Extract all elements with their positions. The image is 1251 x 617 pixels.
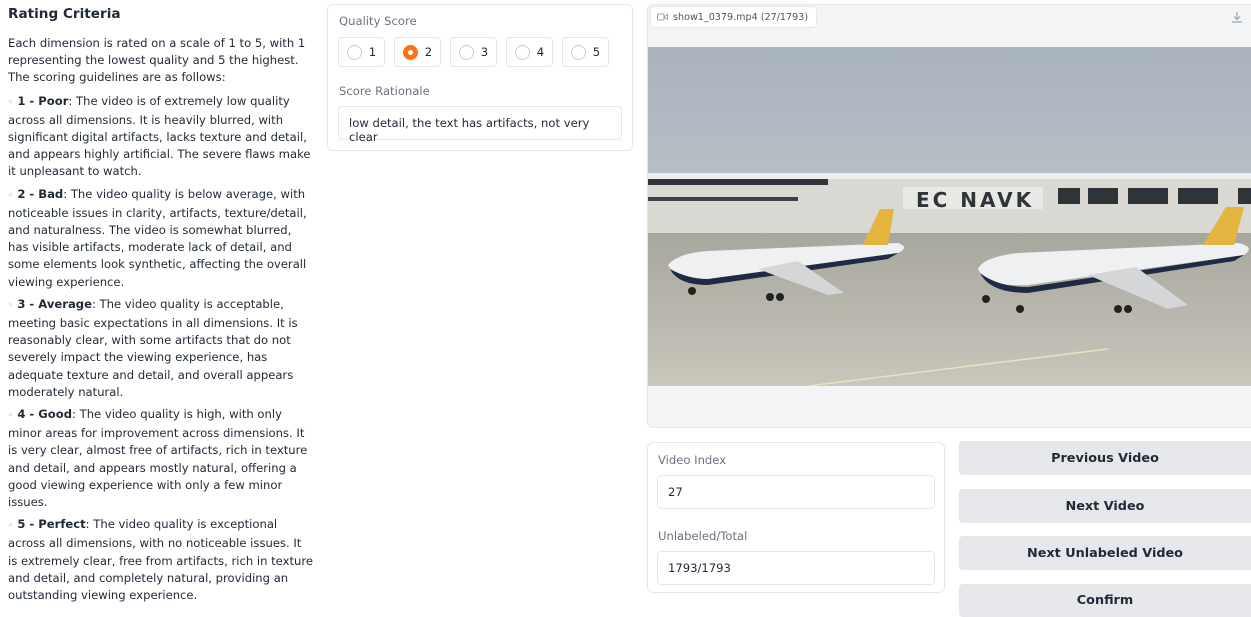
quality-score-option-label: 1 [368,45,377,59]
quality-score-radio-group: 1 2 3 4 5 [338,37,609,67]
quality-score-option-label: 5 [592,45,601,59]
criteria-item-text: : The video quality is below average, wi… [8,186,307,289]
video-frame[interactable]: EC NAVK [648,47,1251,387]
next-video-button[interactable]: Next Video [959,489,1251,523]
criteria-item: ◦ 3 - Average: The video quality is accep… [8,296,314,401]
criteria-item-heading: 1 - Poor [17,93,69,108]
quality-score-label: Quality Score [339,14,417,28]
unlabeled-total-field: 1793/1793 [657,551,935,585]
criteria-item-heading: 2 - Bad [17,186,64,201]
quality-score-panel: Quality Score 1 2 3 4 5 Score Rationale low … [327,4,633,151]
next-unlabeled-video-button[interactable]: Next Unlabeled Video [959,536,1251,570]
quality-score-option-3[interactable]: 3 [450,37,497,67]
criteria-item: ◦ 2 - Bad: The video quality is below ave… [8,186,314,291]
radio-circle-icon [402,44,418,60]
video-index-input[interactable]: 27 [657,475,935,509]
download-icon[interactable] [1230,10,1244,24]
criteria-title: Rating Criteria [8,6,121,22]
quality-score-option-5[interactable]: 5 [562,37,609,67]
radio-circle-icon [514,44,530,60]
quality-score-option-4[interactable]: 4 [506,37,553,67]
quality-score-option-label: 2 [424,45,433,59]
criteria-item: ◦ 1 - Poor: The video is of extremely low… [8,93,314,181]
radio-circle-icon [570,44,586,60]
criteria-list: ◦ 1 - Poor: The video is of extremely low… [8,93,314,605]
video-camera-icon [657,13,668,21]
unlabeled-total-label: Unlabeled/Total [658,529,748,543]
previous-video-button[interactable]: Previous Video [959,441,1251,475]
radio-circle-icon [346,44,362,60]
criteria-item-text: : The video quality is high, with only m… [8,407,308,510]
criteria-item: ◦ 5 - Perfect: The video quality is excep… [8,516,314,604]
building-sign-text: EC NAVK [916,188,1034,212]
video-player-panel: show1_0379.mp4 (27/1793) EC NAVK [647,4,1251,428]
criteria-item-heading: 4 - Good [17,407,73,422]
criteria-item-heading: 3 - Average [17,296,92,311]
bullet-icon: ◦ [8,190,14,201]
radio-circle-icon [458,44,474,60]
criteria-item: ◦ 4 - Good: The video quality is high, wi… [8,406,314,511]
quality-score-option-label: 3 [480,45,489,59]
video-file-name: show1_0379.mp4 (27/1793) [673,11,809,23]
quality-score-option-1[interactable]: 1 [338,37,385,67]
airport-scene-image: EC NAVK [648,47,1251,387]
bullet-icon: ◦ [8,300,14,311]
quality-score-option-label: 4 [536,45,545,59]
bullet-icon: ◦ [8,97,14,108]
bullet-icon: ◦ [8,411,14,422]
confirm-button[interactable]: Confirm [959,584,1251,617]
quality-score-option-2[interactable]: 2 [394,37,441,67]
rating-criteria-panel: Rating Criteria Each dimension is rated … [8,4,314,609]
criteria-item-text: : The video quality is acceptable, meeti… [8,296,298,399]
video-index-panel: Video Index 27 Unlabeled/Total 1793/1793 [647,442,945,593]
criteria-intro: Each dimension is rated on a scale of 1 … [8,36,306,85]
score-rationale-label: Score Rationale [339,84,430,98]
video-index-label: Video Index [658,453,727,467]
score-rationale-input[interactable]: low detail, the text has artifacts, not … [338,106,622,144]
criteria-item-heading: 5 - Perfect [17,517,86,532]
bullet-icon: ◦ [8,521,14,532]
video-file-tab: show1_0379.mp4 (27/1793) [650,6,818,28]
